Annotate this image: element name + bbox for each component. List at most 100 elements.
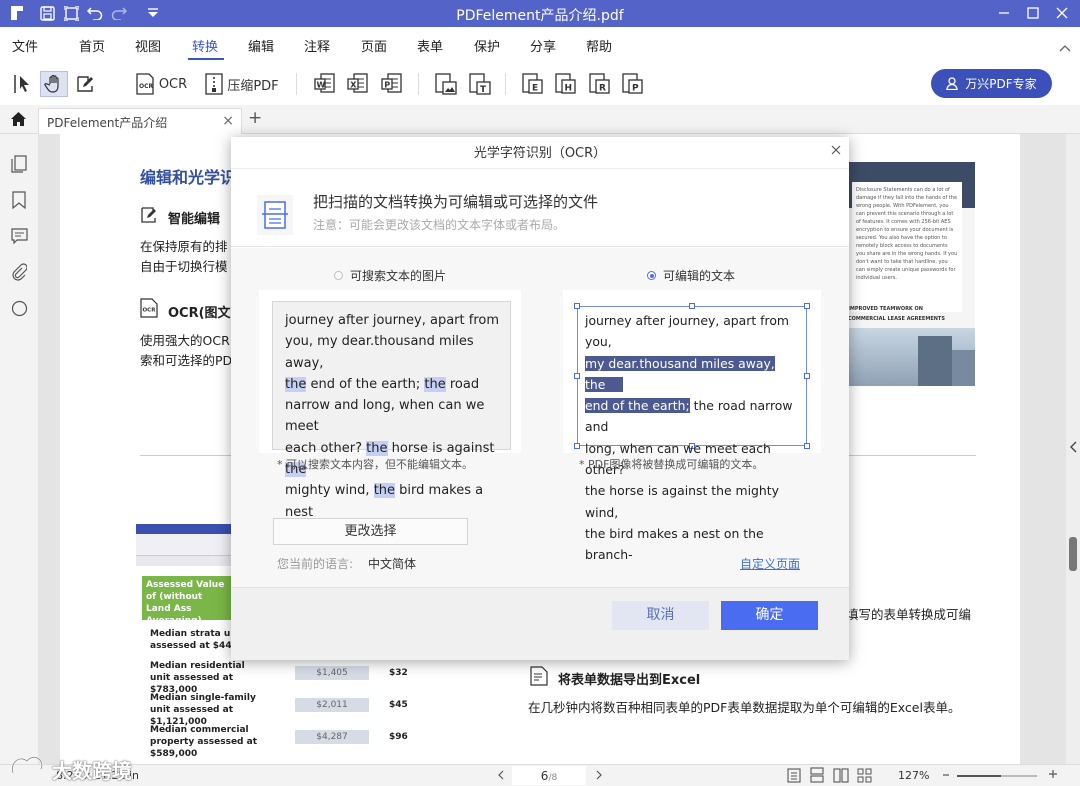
grid-view-icon[interactable]: [857, 768, 872, 786]
prev-page-icon[interactable]: [498, 770, 504, 783]
search-panel-icon[interactable]: [9, 298, 29, 318]
ok-button[interactable]: 确定: [721, 601, 818, 630]
close-window-icon[interactable]: [1050, 3, 1074, 23]
dialog-title: 光学字符识别（OCR）: [473, 146, 607, 161]
radio-editable[interactable]: 可编辑的文本: [647, 267, 735, 284]
ocr-section-title: OCR(图文: [168, 306, 231, 321]
title-bar: PDFelement产品介绍.pdf: [0, 0, 1080, 27]
to-word-icon[interactable]: W: [312, 71, 338, 97]
svg-text:P: P: [632, 84, 639, 94]
compress-pdf-button[interactable]: 压缩PDF: [201, 71, 283, 97]
menu-help[interactable]: 帮助: [586, 36, 612, 55]
to-pdfa-icon[interactable]: P: [620, 71, 646, 97]
excel-export-desc: 在几秒钟内将数百种相同表单的PDF表单数据提取为单个可编辑的Excel表单。: [528, 700, 961, 715]
next-page-icon[interactable]: [596, 770, 602, 783]
image-text-block: Disclosure Statements can do a lot of da…: [852, 182, 962, 312]
sample-editable-panel[interactable]: journey after journey, apart from you, m…: [563, 290, 821, 562]
edit-tool-icon[interactable]: [72, 71, 98, 97]
smart-edit-title: 智能编辑: [168, 212, 221, 227]
toolbar-divider: [418, 73, 419, 95]
collapse-ribbon-icon[interactable]: [1059, 41, 1071, 56]
minimize-icon[interactable]: [992, 3, 1016, 23]
cancel-button[interactable]: 取消: [612, 601, 709, 630]
svg-text:OCR: OCR: [143, 308, 157, 314]
resize-handle[interactable]: [804, 303, 810, 309]
menu-comment[interactable]: 注释: [304, 36, 330, 55]
close-tab-icon[interactable]: ×: [222, 113, 234, 129]
sample-left-line: narrow and long, when can we meet: [285, 398, 485, 435]
collapse-right-panel-icon[interactable]: [1070, 441, 1077, 457]
comment-icon[interactable]: [9, 226, 29, 246]
home-icon[interactable]: [10, 111, 27, 131]
to-excel-icon[interactable]: X: [345, 71, 371, 97]
to-rtf-icon[interactable]: R: [587, 71, 613, 97]
table-row-label: Median commercial property assessed at $…: [150, 725, 258, 759]
two-page-view-icon[interactable]: [833, 768, 849, 786]
change-selection-button[interactable]: 更改选择: [273, 518, 468, 545]
menu-share[interactable]: 分享: [530, 36, 556, 55]
resize-handle[interactable]: [574, 443, 580, 449]
excel-export-title: 将表单数据导出到Excel: [558, 673, 701, 688]
menu-convert[interactable]: 转换: [192, 36, 218, 55]
ocr-button[interactable]: OCR OCR: [131, 71, 191, 97]
expert-button[interactable]: 万兴PDF专家: [931, 69, 1052, 98]
continuous-view-icon[interactable]: [810, 767, 824, 786]
resize-handle[interactable]: [689, 303, 695, 309]
zoom-out-icon[interactable]: [942, 769, 950, 783]
to-text-icon[interactable]: T: [467, 71, 493, 97]
to-html-icon[interactable]: H: [553, 71, 579, 97]
resize-handle[interactable]: [574, 303, 580, 309]
custom-page-link[interactable]: 自定义页面: [740, 555, 800, 572]
select-tool-icon[interactable]: [10, 71, 36, 97]
bookmark-icon[interactable]: [9, 190, 29, 210]
hand-tool-icon[interactable]: [40, 71, 68, 97]
menu-edit[interactable]: 编辑: [248, 36, 274, 55]
menu-home[interactable]: 首页: [79, 36, 105, 55]
svg-text:W: W: [317, 81, 326, 90]
scrollbar-thumb[interactable]: [1069, 537, 1077, 571]
to-image-icon[interactable]: [433, 71, 459, 97]
resize-handle[interactable]: [574, 373, 580, 379]
sample-editable-text: journey after journey, apart from you, m…: [585, 310, 811, 566]
radio-searchable-label: 可搜索文本的图片: [350, 269, 447, 283]
svg-text:X: X: [350, 81, 357, 90]
new-tab-icon[interactable]: +: [248, 108, 262, 128]
smart-edit-desc-1: 在保持原有的排: [140, 239, 228, 254]
sample-left-line: the end of the earth; the road: [285, 376, 480, 392]
attachment-icon[interactable]: [9, 262, 29, 282]
highlight-word: the: [424, 376, 446, 392]
maximize-icon[interactable]: [1021, 3, 1045, 23]
change-selection-label: 更改选择: [344, 524, 397, 539]
radio-searchable[interactable]: 可搜索文本的图片: [334, 267, 446, 284]
language-value[interactable]: 中文简体: [368, 555, 416, 572]
dialog-header-panel: 把扫描的文档转换为可编辑或可选择的文件 注意：可能会更改该文档的文本字体或者布局…: [231, 168, 849, 247]
menu-protect[interactable]: 保护: [474, 36, 500, 55]
menu-file[interactable]: 文件: [12, 36, 38, 55]
highlight-word: the: [373, 483, 396, 499]
menu-form[interactable]: 表单: [417, 36, 443, 55]
zoom-in-icon[interactable]: [1048, 769, 1058, 782]
zoom-level[interactable]: 127%: [898, 769, 929, 782]
menu-page[interactable]: 页面: [361, 36, 387, 55]
single-page-view-icon[interactable]: [787, 768, 801, 786]
thumbnails-icon[interactable]: [9, 154, 29, 174]
dialog-close-icon[interactable]: [831, 144, 841, 159]
expert-label: 万兴PDF专家: [965, 77, 1037, 91]
document-tab-label: PDFelement产品介绍: [47, 116, 168, 130]
menu-view[interactable]: 视图: [135, 36, 161, 55]
to-ppt-icon[interactable]: P: [379, 71, 405, 97]
watermark-text: 大数跨境: [52, 759, 132, 783]
table-row-bar: $2,011: [295, 698, 369, 712]
ocr-desc-2: 索和可选择的PD: [140, 353, 233, 368]
tab-strip: PDFelement产品介绍 × +: [0, 105, 1080, 134]
document-tab[interactable]: PDFelement产品介绍 ×: [38, 108, 242, 134]
to-epub-icon[interactable]: E: [520, 71, 546, 97]
sample-right-line: journey after journey, apart from you,: [585, 313, 789, 350]
sample-searchable-panel[interactable]: journey after journey, apart from you, m…: [259, 290, 521, 520]
svg-text:E: E: [532, 84, 538, 94]
zoom-slider[interactable]: [957, 775, 1037, 777]
ocr-dialog: 光学字符识别（OCR） 把扫描的文档转换为可编辑或可选择的文件 注意：可能会更改…: [231, 137, 849, 660]
vertical-scrollbar[interactable]: [1066, 134, 1080, 764]
window-title: PDFelement产品介绍.pdf: [456, 8, 624, 24]
page-number-box[interactable]: 6/8: [512, 766, 586, 785]
